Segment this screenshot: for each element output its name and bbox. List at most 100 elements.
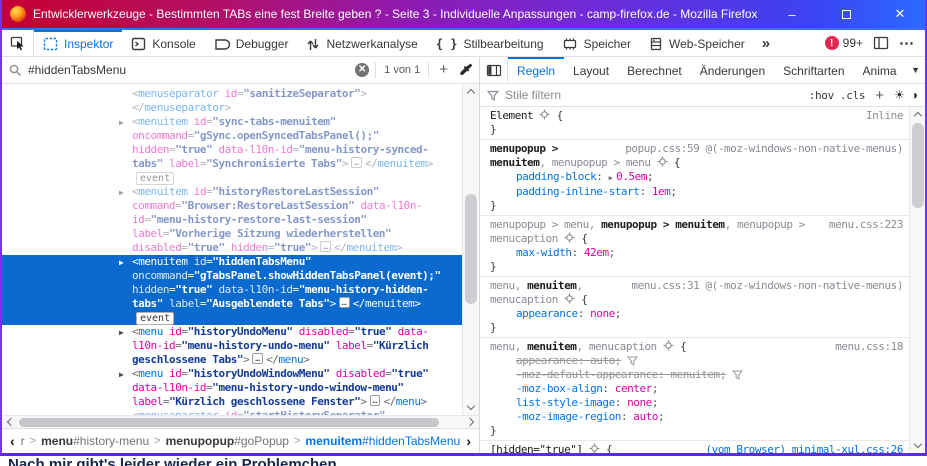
attr-name[interactable]: hidden	[231, 241, 268, 254]
more-tools-chevron[interactable]: »	[754, 30, 778, 56]
meatball-menu-icon[interactable]: ⋯	[899, 34, 915, 52]
attr-value[interactable]: "historyRestoreLastSession"	[212, 185, 379, 198]
scroll-up-icon[interactable]	[463, 84, 479, 99]
attr-name[interactable]: label	[132, 227, 163, 240]
rule-source-link[interactable]: (vom Browser) minimal-xul.css:26	[705, 443, 903, 453]
selector[interactable]: menuitem	[527, 340, 576, 353]
css-declaration[interactable]: padding-block: ▶ 0.5em;	[490, 170, 903, 185]
element-picker-button[interactable]	[2, 30, 34, 56]
sidebar-tab-anima[interactable]: Anima	[854, 57, 897, 83]
attr-value[interactable]: "historyUndoWindowMenu"	[188, 367, 330, 380]
attr-value[interactable]: "true"	[175, 283, 212, 296]
property-name[interactable]: appearance	[516, 307, 578, 320]
attr-name[interactable]: id	[194, 185, 206, 198]
rule-source-link[interactable]: popup.css:59 @(-moz-windows-non-native-m…	[625, 142, 903, 156]
attr-name[interactable]: id	[225, 87, 237, 100]
markup-node-sanitizeSeparator[interactable]: <menuseparator id="sanitizeSeparator"></…	[2, 87, 462, 115]
event-badge[interactable]: event	[136, 312, 174, 325]
attr-name[interactable]: disabled	[336, 367, 385, 380]
class-toggle-button[interactable]: .cls	[840, 89, 865, 102]
property-name[interactable]: padding-inline-start	[516, 185, 639, 198]
css-declaration[interactable]: appearance: none;	[490, 307, 903, 321]
sidebar-tab-layout[interactable]: Layout	[564, 57, 618, 83]
css-declaration[interactable]: -moz-image-region: auto;	[490, 410, 903, 424]
add-rule-button[interactable]: +	[871, 87, 888, 104]
sidebar-tab-regeln[interactable]: Regeln	[508, 57, 564, 83]
expand-arrow-icon[interactable]: ▶	[119, 186, 123, 200]
inline-children-ellipsis-badge[interactable]: …	[320, 241, 331, 252]
property-value[interactable]: auto	[633, 410, 658, 423]
expand-arrow-icon[interactable]: ▶	[119, 368, 123, 382]
rule-source-link[interactable]: menu.css:18	[835, 340, 903, 354]
property-value[interactable]: none	[627, 396, 652, 409]
title-bar[interactable]: Entwicklerwerkzeuge - Bestimmten TABs ei…	[2, 0, 925, 28]
css-declaration[interactable]: -moz-box-align: center;	[490, 382, 903, 396]
scrollbar-thumb[interactable]	[465, 194, 477, 304]
dock-side-icon[interactable]	[873, 36, 889, 50]
property-value[interactable]: none	[590, 307, 615, 320]
breadcrumb-item-menupopup[interactable]: menupopup#goPopup	[166, 434, 289, 448]
property-name[interactable]: max-width	[516, 246, 572, 259]
attr-name[interactable]: data-l10n-id	[218, 283, 292, 296]
add-rule-button[interactable]: +	[435, 61, 452, 78]
maximize-button[interactable]	[839, 7, 853, 22]
sidebar-tab-berechnet[interactable]: Berechnet	[618, 57, 691, 83]
scroll-down-icon[interactable]	[463, 400, 479, 415]
selector[interactable]: Element	[490, 109, 533, 122]
property-value[interactable]: 0.5em	[616, 170, 647, 183]
minimize-button[interactable]: –	[785, 7, 799, 22]
tool-tab-inspektor[interactable]: Inspektor	[34, 30, 122, 56]
pseudo-class-button[interactable]: :hov	[809, 89, 834, 102]
attr-name[interactable]: id	[169, 325, 181, 338]
attr-value[interactable]: "Synchronisierte Tabs"	[206, 157, 342, 170]
attr-value[interactable]: "true"	[391, 367, 428, 380]
attr-name[interactable]: label	[336, 339, 367, 352]
markup-vertical-scrollbar[interactable]	[462, 84, 479, 415]
search-input[interactable]: #hiddenTabsMenu	[28, 63, 349, 77]
property-value[interactable]: 1em	[652, 185, 671, 198]
filter-styles-input[interactable]: Stile filtern	[505, 88, 803, 102]
attr-value[interactable]: "menu-history-restore-last-session"	[151, 213, 367, 226]
attr-name[interactable]: command	[132, 199, 175, 212]
highlight-matches-icon[interactable]	[663, 340, 674, 353]
scroll-right-icon[interactable]	[464, 416, 479, 428]
attr-value[interactable]: "Vorherige Sitzung wiederherstellen"	[169, 227, 391, 240]
attr-name[interactable]: data-l10n-id	[132, 381, 206, 394]
attr-name[interactable]: hidden	[132, 283, 169, 296]
attr-value[interactable]: "true"	[354, 325, 391, 338]
attr-name[interactable]: id	[194, 255, 206, 268]
css-declaration[interactable]: appearance: auto;	[490, 354, 903, 368]
property-value[interactable]: auto	[590, 354, 615, 367]
attr-name[interactable]: oncommand	[132, 129, 188, 142]
attr-value[interactable]: "sync-tabs-menuitem"	[212, 115, 335, 128]
selector[interactable]: menucaption	[589, 340, 657, 353]
highlight-matches-icon[interactable]	[657, 156, 668, 169]
expand-arrow-icon[interactable]: ▶	[119, 256, 123, 270]
expand-shorthand-icon[interactable]: ▶	[609, 174, 617, 182]
attr-value[interactable]: "menu-history-undo-window-menu"	[212, 381, 403, 394]
clear-search-icon[interactable]: ✕	[355, 63, 369, 77]
selector[interactable]: menuitem	[527, 279, 576, 292]
scrollbar-thumb[interactable]	[19, 418, 439, 427]
attr-name[interactable]: hidden	[132, 143, 169, 156]
tool-tab-speicher[interactable]: Speicher	[553, 30, 640, 56]
inline-children-ellipsis-badge[interactable]: …	[339, 297, 350, 308]
all-tabs-caret-icon[interactable]: ▼	[910, 57, 925, 83]
attr-name[interactable]: data-l10n-id	[218, 143, 292, 156]
property-name[interactable]: appearance	[516, 354, 578, 367]
selector[interactable]: menupopup > menu	[552, 156, 651, 169]
markup-node-hiddenTabsMenu[interactable]: ▶<menuitem id="hiddenTabsMenu" oncommand…	[2, 255, 462, 325]
css-declaration[interactable]: -moz-default-appearance: menuitem;	[490, 368, 903, 382]
attr-value[interactable]: "gSync.openSyncedTabsPanel();"	[194, 129, 379, 142]
attr-value[interactable]: "historyUndoMenu"	[188, 325, 293, 338]
attr-name[interactable]: label	[169, 157, 200, 170]
scroll-down-icon[interactable]	[910, 438, 925, 453]
light-mode-sim-icon[interactable]: ☀	[894, 88, 905, 102]
attr-name[interactable]: label	[169, 297, 200, 310]
tool-tab-netzwerkanalyse[interactable]: Netzwerkanalyse	[297, 30, 426, 56]
selector[interactable]: menucaption	[490, 293, 558, 306]
property-name[interactable]: -moz-image-region	[516, 410, 621, 423]
attr-value[interactable]: "Kürzlich geschlossene Fenster"	[169, 395, 360, 408]
inline-children-ellipsis-badge[interactable]: …	[370, 395, 381, 406]
breadcrumb-item-menu[interactable]: menu#history-menu	[41, 434, 149, 448]
